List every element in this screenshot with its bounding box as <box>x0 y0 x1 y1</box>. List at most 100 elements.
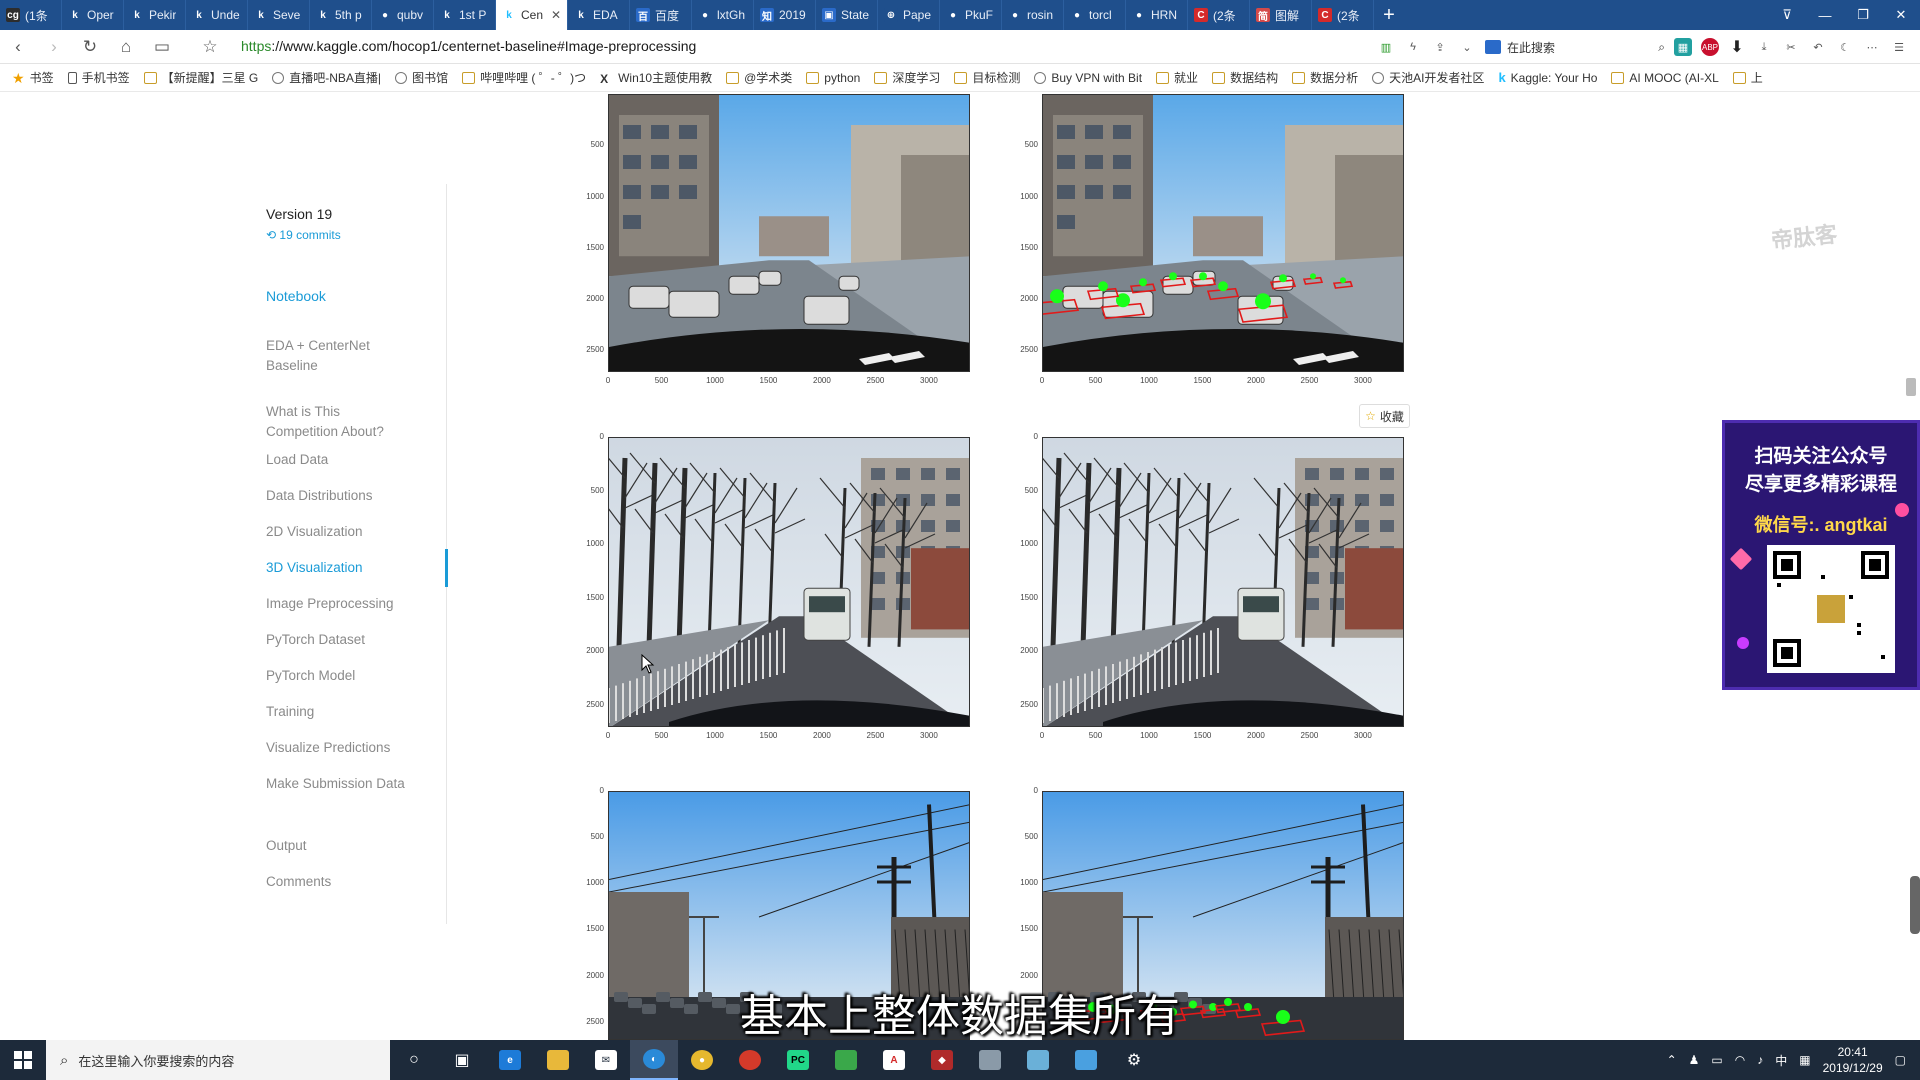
adblock-icon[interactable]: ABP <box>1701 38 1719 56</box>
bookmark-item[interactable]: @学术类 <box>726 69 792 86</box>
ime-mode-icon[interactable]: ▦ <box>1799 1053 1810 1067</box>
notebook-heading[interactable]: Notebook <box>266 288 326 304</box>
lightning-icon[interactable]: ϟ <box>1404 38 1422 56</box>
search-icon[interactable]: ⌕ <box>1658 40 1665 55</box>
reader-mode-icon[interactable]: ▭ <box>144 30 180 64</box>
reading-list-icon[interactable]: ▥ <box>1377 38 1395 56</box>
browser-tab[interactable]: k Unde <box>186 0 248 30</box>
browser-tab[interactable]: ● rosin <box>1002 0 1064 30</box>
battery-icon[interactable]: ▭ <box>1711 1053 1722 1067</box>
browser-tab[interactable]: k Oper <box>62 0 124 30</box>
bookmark-item[interactable]: ★ 书签 <box>12 69 54 86</box>
forward-button[interactable]: › <box>36 30 72 64</box>
taskbar-search-field[interactable]: ⌕ 在这里输入你要搜索的内容 <box>46 1040 390 1080</box>
browser-app-icon[interactable]: ◐ <box>630 1040 678 1080</box>
notification-icon[interactable]: ▢ <box>1895 1053 1906 1067</box>
user-icon[interactable]: ♟ <box>1689 1053 1700 1067</box>
sidebar-nav-item[interactable]: Training <box>266 702 406 722</box>
sidebar-nav-item[interactable]: Output <box>266 836 406 856</box>
close-tab-icon[interactable]: ✕ <box>551 8 561 22</box>
bookmark-item[interactable]: 数据分析 <box>1292 69 1358 86</box>
browser-tab[interactable]: k 5th p <box>310 0 372 30</box>
browser-tab[interactable]: ● lxtGh <box>692 0 754 30</box>
home-icon[interactable]: ⌂ <box>108 30 144 64</box>
sidebar-nav-item[interactable]: Load Data <box>266 450 406 470</box>
bookmark-item[interactable]: X Win10主题使用教 <box>600 69 712 86</box>
browser-tab[interactable]: k Pekir <box>124 0 186 30</box>
task-view-icon[interactable]: ▣ <box>438 1040 486 1080</box>
url-field[interactable]: https://www.kaggle.com/hocop1/centernet-… <box>241 38 696 54</box>
qr-ad-banner[interactable]: 扫码关注公众号 尽享更多精彩课程 微信号:. angtkai <box>1722 420 1920 690</box>
sidebar-nav-item[interactable]: Make Submission Data <box>266 774 406 794</box>
browser-tab[interactable]: C (2条 <box>1312 0 1374 30</box>
cortana-icon[interactable]: ○ <box>390 1040 438 1080</box>
download-manager-icon[interactable]: ⤓ <box>1755 38 1773 56</box>
tab-list-icon[interactable]: ⊽ <box>1768 7 1806 23</box>
extension-icon[interactable]: ▦ <box>1674 38 1692 56</box>
bookmark-item[interactable]: k Kaggle: Your Ho <box>1498 71 1597 85</box>
mail-icon[interactable]: ✉ <box>582 1040 630 1080</box>
browser-tab[interactable]: k Seve <box>248 0 310 30</box>
clock[interactable]: 20:41 2019/12/29 <box>1823 1044 1883 1076</box>
bookmark-item[interactable]: 数据结构 <box>1212 69 1278 86</box>
close-window-button[interactable]: ✕ <box>1882 7 1920 23</box>
pdf-icon[interactable]: A <box>870 1040 918 1080</box>
file-explorer-icon[interactable] <box>534 1040 582 1080</box>
sidebar-nav-item[interactable]: 3D Visualization <box>266 558 406 578</box>
sidebar-nav-item[interactable]: Visualize Predictions <box>266 738 406 758</box>
green-app-icon[interactable] <box>822 1040 870 1080</box>
browser-tab[interactable]: cg (1条 <box>0 0 62 30</box>
chrome-icon[interactable]: ● <box>678 1040 726 1080</box>
sidebar-nav-item[interactable]: What is This Competition About? <box>266 402 406 442</box>
browser-tab[interactable]: ⊕ Pape <box>878 0 940 30</box>
bookmark-item[interactable]: 就业 <box>1156 69 1198 86</box>
browser-tab[interactable]: k EDA <box>568 0 630 30</box>
remote-app-icon[interactable] <box>1062 1040 1110 1080</box>
settings-gear-icon[interactable]: ⚙ <box>1110 1040 1158 1080</box>
browser-tab[interactable]: ● PkuF <box>940 0 1002 30</box>
browser-search-box[interactable]: 在此搜索 ⌕ <box>1485 39 1665 56</box>
bird-app-icon[interactable] <box>966 1040 1014 1080</box>
browser-tab[interactable]: 简图解 <box>1250 0 1312 30</box>
bookmark-item[interactable]: 天池AI开发者社区 <box>1372 69 1484 86</box>
bookmark-item[interactable]: 图书馆 <box>395 69 448 86</box>
commits-link[interactable]: ⟲ 19 commits <box>266 228 341 242</box>
sidebar-nav-item[interactable]: EDA + CenterNet Baseline <box>266 336 406 376</box>
back-button[interactable]: ‹ <box>0 30 36 64</box>
bookmark-star-icon[interactable]: ☆ <box>192 30 228 64</box>
browser-tab[interactable]: k 1st P <box>434 0 496 30</box>
reload-icon[interactable]: ↻ <box>72 30 108 64</box>
more-icon[interactable]: ⋯ <box>1863 38 1881 56</box>
bookmark-item[interactable]: 【新提醒】三星 G <box>143 69 258 86</box>
browser-tab[interactable]: C (2条 <box>1188 0 1250 30</box>
sidebar-nav-item[interactable]: 2D Visualization <box>266 522 406 542</box>
chevron-down-icon[interactable]: ⌄ <box>1458 38 1476 56</box>
shield-app-icon[interactable]: ◆ <box>918 1040 966 1080</box>
restore-button[interactable]: ❐ <box>1844 7 1882 23</box>
browser-tab[interactable]: ▣ State <box>816 0 878 30</box>
favorite-button[interactable]: ☆ 收藏 <box>1359 404 1410 428</box>
download-arrow-icon[interactable]: ⬇ <box>1728 38 1746 56</box>
share-icon[interactable]: ⇪ <box>1431 38 1449 56</box>
pycharm-icon[interactable]: PC <box>774 1040 822 1080</box>
sidebar-nav-item[interactable]: Data Distributions <box>266 486 406 506</box>
browser-tab[interactable]: ● torcl <box>1064 0 1126 30</box>
page-scrollbar-thumb[interactable] <box>1906 378 1916 396</box>
notes-app-icon[interactable] <box>1014 1040 1062 1080</box>
undo-icon[interactable]: ↶ <box>1809 38 1827 56</box>
browser-tab[interactable]: 百百度 <box>630 0 692 30</box>
bookmark-item[interactable]: AI MOOC (AI-XL <box>1611 71 1719 85</box>
chevron-up-icon[interactable]: ⌃ <box>1667 1053 1677 1067</box>
sidebar-nav-item[interactable]: Comments <box>266 872 406 892</box>
menu-icon[interactable]: ☰ <box>1890 38 1908 56</box>
red-app-icon[interactable] <box>726 1040 774 1080</box>
bookmark-item[interactable]: Buy VPN with Bit <box>1034 71 1142 85</box>
night-mode-icon[interactable]: ☾ <box>1836 38 1854 56</box>
volume-icon[interactable]: ♪ <box>1757 1053 1763 1067</box>
sidebar-nav-item[interactable]: Image Preprocessing <box>266 594 406 614</box>
bookmark-item[interactable]: 深度学习 <box>874 69 940 86</box>
ime-indicator[interactable]: 中 <box>1775 1052 1787 1069</box>
browser-tab[interactable]: ● qubv <box>372 0 434 30</box>
edge-browser-icon[interactable]: e <box>486 1040 534 1080</box>
sidebar-nav-item[interactable]: PyTorch Model <box>266 666 406 686</box>
